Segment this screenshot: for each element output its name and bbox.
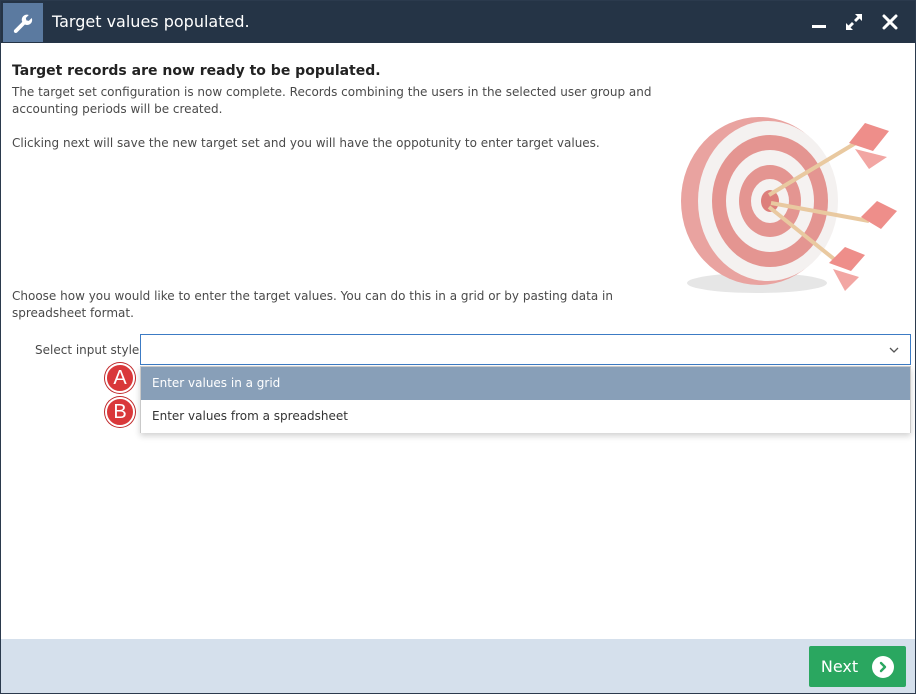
close-icon bbox=[882, 14, 898, 30]
dialog-window: Target values populated. Target records … bbox=[0, 0, 916, 694]
description-text: The target set configuration is now comp… bbox=[12, 85, 652, 116]
option-grid[interactable]: Enter values in a grid bbox=[141, 367, 910, 400]
option-spreadsheet[interactable]: Enter values from a spreadsheet bbox=[141, 400, 910, 433]
dialog-footer: Next bbox=[1, 639, 915, 693]
input-style-select[interactable] bbox=[140, 334, 911, 365]
close-button[interactable] bbox=[879, 11, 901, 33]
title-bar: Target values populated. bbox=[1, 1, 915, 43]
wrench-icon bbox=[3, 3, 43, 42]
annotation-badge-a: A bbox=[105, 363, 135, 393]
minimize-icon bbox=[812, 25, 826, 28]
next-button-label: Next bbox=[820, 657, 859, 676]
target-illustration bbox=[681, 117, 897, 293]
page-heading: Target records are now ready to be popul… bbox=[12, 63, 381, 79]
annotation-badge-b: B bbox=[105, 397, 135, 427]
chevron-right-circle-icon bbox=[872, 655, 895, 678]
dialog-content: Target records are now ready to be popul… bbox=[1, 43, 915, 639]
maximize-button[interactable] bbox=[843, 11, 865, 33]
input-style-dropdown: Enter values in a grid Enter values from… bbox=[140, 366, 911, 433]
instruction-text: Clicking next will save the new target s… bbox=[12, 136, 600, 150]
window-title: Target values populated. bbox=[52, 12, 250, 31]
maximize-icon bbox=[846, 14, 862, 30]
minimize-button[interactable] bbox=[808, 11, 830, 33]
input-style-label: Select input style bbox=[35, 343, 140, 357]
next-button[interactable]: Next bbox=[809, 646, 906, 687]
input-style-instruction: Choose how you would like to enter the t… bbox=[12, 289, 613, 320]
chevron-down-icon bbox=[889, 347, 899, 353]
